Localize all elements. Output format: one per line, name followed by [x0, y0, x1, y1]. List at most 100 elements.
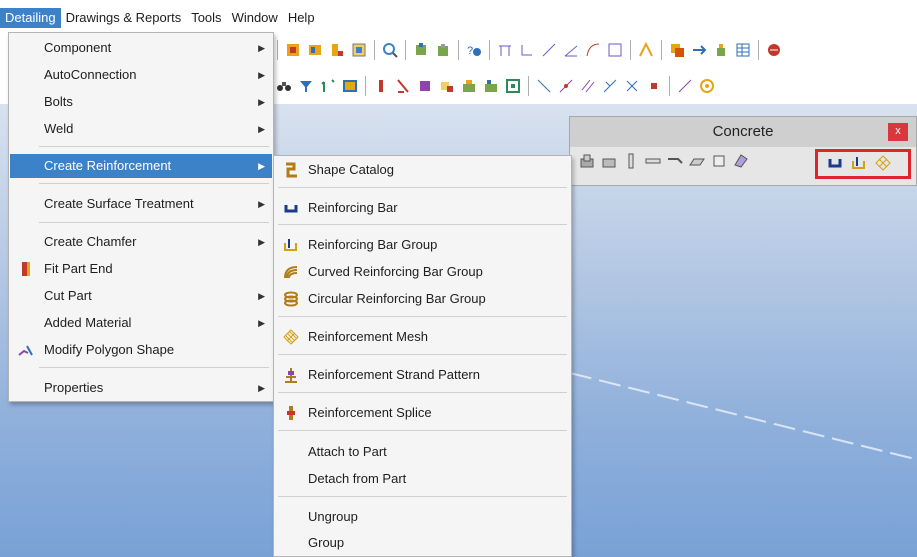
- menu-item-create-chamfer[interactable]: Create Chamfer ▶: [10, 230, 272, 254]
- menu-separator: [278, 224, 567, 225]
- submenu-item-reinforcement-strand-pattern[interactable]: Reinforcement Strand Pattern: [275, 363, 570, 387]
- menu-drawings-reports[interactable]: Drawings & Reports: [61, 8, 187, 28]
- line-two-points-icon[interactable]: [558, 78, 574, 94]
- fitting-icon[interactable]: [395, 78, 411, 94]
- menu-item-autoconnection[interactable]: AutoConnection ▶: [10, 63, 272, 87]
- reinforcement-mesh-icon[interactable]: [875, 155, 891, 171]
- slash-icon[interactable]: [677, 78, 693, 94]
- concrete-item-icon[interactable]: [733, 153, 749, 169]
- snap-icon[interactable]: [413, 42, 429, 58]
- menu-item-modify-polygon-shape[interactable]: Modify Polygon Shape: [10, 338, 272, 362]
- submenu-item-ungroup[interactable]: Ungroup: [275, 505, 570, 529]
- circular-bar-group-icon: [283, 291, 299, 307]
- select-object-icon[interactable]: [351, 42, 367, 58]
- component-catalog-icon[interactable]: [483, 78, 499, 94]
- chevron-right-icon: ▶: [258, 70, 265, 80]
- menu-tools[interactable]: Tools: [186, 8, 226, 28]
- concrete-footing-icon[interactable]: [579, 153, 595, 169]
- menu-window[interactable]: Window: [227, 8, 283, 28]
- move-icon[interactable]: [691, 42, 707, 58]
- select-assembly-icon[interactable]: [307, 42, 323, 58]
- part-icon[interactable]: [373, 78, 389, 94]
- submenu-item-reinforcing-bar-group[interactable]: Reinforcing Bar Group: [275, 233, 570, 257]
- select-component-icon[interactable]: [329, 42, 345, 58]
- concrete-beam-icon[interactable]: [645, 153, 661, 169]
- menu-item-fit-part-end[interactable]: Fit Part End: [10, 257, 272, 281]
- menu-help[interactable]: Help: [283, 8, 320, 28]
- menu-item-weld[interactable]: Weld ▶: [10, 117, 272, 141]
- frame-icon[interactable]: [342, 78, 358, 94]
- concrete-strip-footing-icon[interactable]: [601, 153, 617, 169]
- strand-pattern-icon: [283, 367, 299, 383]
- menu-detailing[interactable]: Detailing: [0, 8, 61, 28]
- parallel-lines-icon[interactable]: [580, 78, 596, 94]
- concrete-toolbar: Concrete x: [569, 116, 917, 186]
- submenu-item-group[interactable]: Group: [275, 531, 570, 555]
- cut-icon[interactable]: [439, 78, 455, 94]
- chevron-right-icon: ▶: [258, 291, 265, 301]
- cross-icon[interactable]: [624, 78, 640, 94]
- query-icon[interactable]: ?: [466, 42, 482, 58]
- snap-plane-icon[interactable]: [435, 42, 451, 58]
- submenu-item-reinforcing-bar[interactable]: Reinforcing Bar: [275, 196, 570, 220]
- menu-item-added-material[interactable]: Added Material ▶: [10, 311, 272, 335]
- concrete-panel-icon[interactable]: [711, 153, 727, 169]
- angle-icon[interactable]: [563, 42, 579, 58]
- bolt-measure-icon[interactable]: [607, 42, 623, 58]
- toolbar-separator: [661, 40, 662, 60]
- submenu-item-shape-catalog[interactable]: Shape Catalog: [275, 158, 570, 182]
- toolbar-row-2: [273, 72, 718, 100]
- reinforcement-icons: [823, 155, 895, 171]
- measure-angle-icon[interactable]: [519, 42, 535, 58]
- perpendicular-icon[interactable]: [602, 78, 618, 94]
- grid-line: [569, 372, 917, 462]
- menu-separator: [39, 146, 269, 147]
- reinforcement-mesh-icon: [283, 329, 299, 345]
- concrete-polybeam-icon[interactable]: [667, 153, 683, 169]
- connection-icon[interactable]: [505, 78, 521, 94]
- arc-icon[interactable]: [585, 42, 601, 58]
- binoculars-icon[interactable]: [276, 78, 292, 94]
- toolbar-separator: [669, 76, 670, 96]
- measure-distance-icon[interactable]: [541, 42, 557, 58]
- component-icon[interactable]: [461, 78, 477, 94]
- submenu-item-circular-reinforcing-bar-group[interactable]: Circular Reinforcing Bar Group: [275, 287, 570, 311]
- paint-icon[interactable]: [713, 42, 729, 58]
- filter-icon[interactable]: [298, 78, 314, 94]
- menu-item-properties[interactable]: Properties ▶: [10, 376, 272, 400]
- concrete-title-bar[interactable]: Concrete x: [570, 117, 916, 147]
- reinforcing-bar-group-icon[interactable]: [851, 155, 867, 171]
- concrete-column-icon[interactable]: [623, 153, 639, 169]
- toolbar-separator: [630, 40, 631, 60]
- menu-item-component[interactable]: Component ▶: [10, 36, 272, 60]
- measure-icon[interactable]: [497, 42, 513, 58]
- copy-icon[interactable]: [669, 42, 685, 58]
- submenu-item-reinforcement-splice[interactable]: Reinforcement Splice: [275, 401, 570, 425]
- menu-item-bolts[interactable]: Bolts ▶: [10, 90, 272, 114]
- submenu-item-attach-to-part[interactable]: Attach to Part: [275, 440, 570, 464]
- submenu-item-curved-reinforcing-bar-group[interactable]: Curved Reinforcing Bar Group: [275, 260, 570, 284]
- select-switch-icon[interactable]: [320, 78, 336, 94]
- menu-item-create-surface-treatment[interactable]: Create Surface Treatment ▶: [10, 192, 272, 216]
- close-button[interactable]: x: [888, 123, 908, 141]
- submenu-item-reinforcement-mesh[interactable]: Reinforcement Mesh: [275, 325, 570, 349]
- reinforcement-submenu: Shape Catalog Reinforcing Bar Reinforcin…: [273, 155, 572, 557]
- select-part-icon[interactable]: [285, 42, 301, 58]
- point-icon[interactable]: [646, 78, 662, 94]
- reinforcing-bar-icon[interactable]: [827, 155, 843, 171]
- line-icon[interactable]: [536, 78, 552, 94]
- reinforcing-bar-icon: [283, 200, 299, 216]
- detailing-menu: Component ▶ AutoConnection ▶ Bolts ▶ Wel…: [8, 32, 274, 402]
- zoom-icon[interactable]: [382, 42, 398, 58]
- plate-icon[interactable]: [417, 78, 433, 94]
- menu-item-create-reinforcement[interactable]: Create Reinforcement ▶: [10, 154, 272, 178]
- table-icon[interactable]: [735, 42, 751, 58]
- render-icon[interactable]: [766, 42, 782, 58]
- menu-item-cut-part[interactable]: Cut Part ▶: [10, 284, 272, 308]
- toolbar-separator: [374, 40, 375, 60]
- concrete-slab-icon[interactable]: [689, 153, 705, 169]
- pointer-icon[interactable]: [638, 41, 654, 58]
- chevron-right-icon: ▶: [258, 161, 265, 171]
- submenu-item-detach-from-part[interactable]: Detach from Part: [275, 467, 570, 491]
- circle-icon[interactable]: [699, 78, 715, 94]
